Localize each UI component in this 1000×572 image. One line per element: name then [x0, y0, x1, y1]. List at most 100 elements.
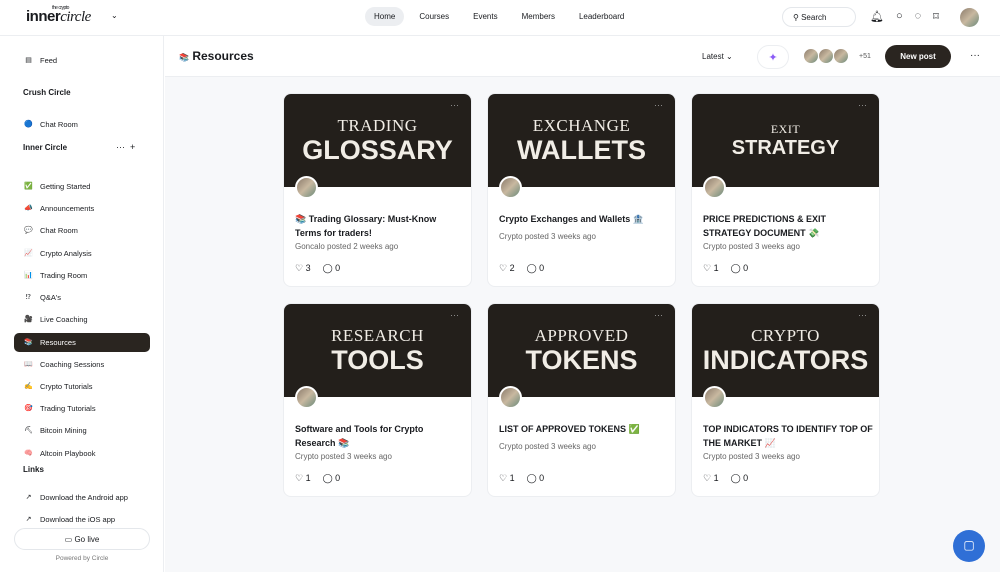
post-title[interactable]: Software and Tools for Crypto Research 📚 [295, 422, 465, 450]
author-avatar[interactable] [703, 176, 726, 199]
comment-button[interactable]: ◯ 0 [731, 473, 749, 484]
go-live-button[interactable]: ▭ Go live [14, 528, 150, 550]
sidebar-item[interactable]: ✍ Crypto Tutorials [14, 377, 150, 396]
video-icon: ▭ [64, 535, 75, 544]
sidebar-item[interactable]: ⁉ Q&A's [14, 288, 150, 307]
sidebar-item[interactable]: ⛏ Bitcoin Mining [14, 421, 150, 440]
bookmark-icon[interactable]: ⌑ [933, 10, 939, 23]
sidebar-item[interactable]: 🎯 Trading Tutorials [14, 399, 150, 418]
channel-icon: 💬 [24, 227, 33, 234]
sidebar-item[interactable]: 📚 Resources [14, 333, 150, 352]
more-icon[interactable]: ··· [654, 310, 663, 320]
channel-icon: 📣 [24, 205, 33, 212]
post-cover: EXCHANGE WALLETS ··· [488, 94, 675, 187]
more-options-icon[interactable]: ··· [970, 50, 980, 61]
like-button[interactable]: ♡ 1 [295, 473, 311, 484]
sidebar-item-label: Crypto Analysis [40, 249, 92, 258]
comment-button[interactable]: ◯ 0 [731, 263, 749, 274]
post-meta: Goncalo posted 2 weeks ago [295, 242, 399, 251]
sidebar-item-label: Altcoin Playbook [40, 449, 96, 458]
member-avatars[interactable] [803, 48, 849, 64]
sidebar-item[interactable]: 📈 Crypto Analysis [14, 244, 150, 263]
sidebar-item[interactable]: 💬 Chat Room [14, 221, 150, 240]
sidebar-item[interactable]: 📣 Announcements [14, 199, 150, 218]
bell-icon[interactable]: 🔔︎ [870, 10, 884, 23]
page-title: 📚 Resources [179, 49, 254, 63]
powered-by: Powered by Circle [55, 555, 109, 562]
like-button[interactable]: ♡ 3 [295, 263, 311, 274]
ai-sparkle-button[interactable]: ✦ [757, 45, 789, 69]
post-title[interactable]: 📚 Trading Glossary: Must-Know Terms for … [295, 212, 465, 240]
comment-button[interactable]: ◯ 0 [323, 473, 341, 484]
channel-icon: 📖 [24, 361, 33, 368]
post-card[interactable]: EXCHANGE WALLETS ··· Crypto Exchanges and … [487, 93, 676, 287]
nav-leaderboard[interactable]: Leaderboard [570, 7, 633, 26]
sidebar-item[interactable]: 📖 Coaching Sessions [14, 355, 150, 374]
post-meta: Crypto posted 3 weeks ago [499, 442, 596, 451]
user-avatar[interactable] [960, 8, 979, 27]
sidebar-item-label: Chat Room [40, 120, 78, 129]
post-card[interactable]: APPROVED TOKENS ··· LIST OF APPROVED TOKEN… [487, 303, 676, 497]
post-cover: TRADING GLOSSARY ··· [284, 94, 471, 187]
channel-icon: 🎥 [24, 316, 33, 323]
post-title[interactable]: LIST OF APPROVED TOKENS ✅ [499, 422, 669, 436]
sidebar-item[interactable]: ✅ Getting Started [14, 177, 150, 196]
sidebar-item-label: Q&A's [40, 293, 62, 302]
comment-button[interactable]: ◯ 0 [527, 263, 545, 274]
post-card[interactable]: EXIT STRATEGY ··· PRICE PREDICTIONS & EXIT… [691, 93, 880, 287]
channel-icon: ✅ [24, 183, 33, 190]
author-avatar[interactable] [499, 386, 522, 409]
comment-button[interactable]: ◯ 0 [323, 263, 341, 274]
channel-icon: ↗ [25, 516, 32, 523]
chevron-down-icon[interactable]: ⌄ [111, 11, 118, 20]
sidebar-item[interactable]: 📊 Trading Room [14, 266, 150, 285]
like-button[interactable]: ♡ 1 [703, 263, 719, 274]
post-title[interactable]: TOP INDICATORS TO IDENTIFY TOP OF THE MA… [703, 422, 873, 450]
post-title[interactable]: Crypto Exchanges and Wallets 🏦 [499, 212, 669, 226]
post-cover: RESEARCH TOOLS ··· [284, 304, 471, 397]
search-button[interactable]: ⚲ Search [782, 7, 856, 27]
chat-support-button[interactable]: ▢ [953, 530, 985, 562]
author-avatar[interactable] [703, 386, 726, 409]
post-title[interactable]: PRICE PREDICTIONS & EXIT STRATEGY DOCUME… [703, 212, 873, 240]
author-avatar[interactable] [499, 176, 522, 199]
channel-icon: 📚 [24, 339, 33, 346]
sidebar-item-feed[interactable]: ▤ Feed [14, 51, 150, 70]
sidebar-item[interactable]: 🎥 Live Coaching [14, 310, 150, 329]
chat-icon[interactable]: ○ [896, 10, 903, 23]
sidebar-item[interactable]: ↗ Download the iOS app [14, 510, 150, 529]
sidebar-item[interactable]: 🧠 Altcoin Playbook [14, 444, 150, 463]
new-post-button[interactable]: New post [885, 45, 951, 68]
nav-home[interactable]: Home [365, 7, 405, 26]
more-icon[interactable]: ··· [858, 100, 867, 110]
sidebar-item-label: Announcements [40, 204, 95, 213]
more-icon[interactable]: ··· + [116, 142, 135, 152]
author-avatar[interactable] [295, 176, 318, 199]
main-content: 📚 Resources Latest ⌄ ✦ +51 New post ··· … [165, 36, 1000, 572]
comment-button[interactable]: ◯ 0 [527, 473, 545, 484]
post-card[interactable]: CRYPTO INDICATORS ··· TOP INDICATORS TO ID… [691, 303, 880, 497]
more-icon[interactable]: ··· [450, 310, 459, 320]
like-button[interactable]: ♡ 1 [703, 473, 719, 484]
logo[interactable]: the crypto innercircle [26, 5, 91, 26]
like-button[interactable]: ♡ 1 [499, 473, 515, 484]
more-icon[interactable]: ··· [450, 100, 459, 110]
sidebar-item[interactable]: 🔵 Chat Room [14, 115, 150, 134]
post-card[interactable]: TRADING GLOSSARY ··· 📚 Trading Glossary: M… [283, 93, 472, 287]
author-avatar[interactable] [295, 386, 318, 409]
messages-icon[interactable]: ◌ [915, 10, 922, 23]
nav-events[interactable]: Events [464, 7, 506, 26]
sidebar-item-label: Download the iOS app [40, 515, 116, 524]
member-count: +51 [859, 53, 871, 60]
post-card[interactable]: RESEARCH TOOLS ··· Software and Tools for … [283, 303, 472, 497]
more-icon[interactable]: ··· [858, 310, 867, 320]
section-title: Inner Circle [23, 143, 68, 152]
sidebar-item[interactable]: ↗ Download the Android app [14, 488, 150, 507]
nav-members[interactable]: Members [513, 7, 564, 26]
sort-dropdown[interactable]: Latest ⌄ [702, 52, 733, 61]
nav-courses[interactable]: Courses [410, 7, 458, 26]
like-button[interactable]: ♡ 2 [499, 263, 515, 274]
channel-icon: ⁉ [25, 294, 32, 301]
more-icon[interactable]: ··· [654, 100, 663, 110]
top-bar: the crypto innercircle ⌄ Home Courses Eve… [0, 0, 1000, 36]
